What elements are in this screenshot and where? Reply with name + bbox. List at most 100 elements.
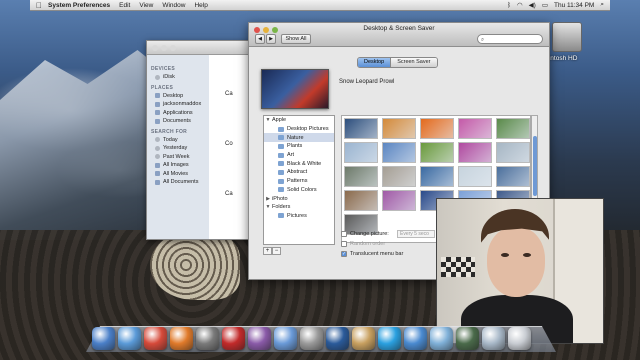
- wallpaper-thumbnail[interactable]: [496, 142, 530, 163]
- trash-icon[interactable]: [508, 327, 531, 350]
- show-all-button[interactable]: Show All: [281, 34, 311, 44]
- menu-app-name[interactable]: System Preferences: [48, 2, 110, 9]
- sidebar-item-yesterday[interactable]: Yesterday: [147, 144, 209, 153]
- photo-booth-icon[interactable]: [222, 327, 245, 350]
- time-machine-icon[interactable]: [456, 327, 479, 350]
- tab-desktop[interactable]: Desktop: [358, 58, 392, 67]
- menu-help[interactable]: Help: [194, 2, 207, 9]
- minimize-icon[interactable]: [161, 45, 167, 51]
- wallpaper-thumbnail[interactable]: [458, 142, 492, 163]
- search-input[interactable]: ⌕: [477, 34, 543, 44]
- change-picture-option[interactable]: Change picture:: [341, 231, 389, 237]
- skype-icon[interactable]: [378, 327, 401, 350]
- sidebar-item-all-documents[interactable]: All Documents: [147, 178, 209, 187]
- change-interval-select[interactable]: Every 5 seco: [397, 230, 435, 238]
- source-list-item[interactable]: ▼ Folders: [264, 203, 334, 212]
- sidebar-item-desktop[interactable]: Desktop: [147, 92, 209, 101]
- downloads-stack-icon[interactable]: [482, 327, 505, 350]
- source-list-item[interactable]: Plants: [264, 142, 334, 151]
- sidebar-item-applications[interactable]: Applications: [147, 109, 209, 118]
- chrome-icon[interactable]: [144, 327, 167, 350]
- wallpaper-thumbnail[interactable]: [344, 190, 378, 211]
- wallpaper-thumbnail[interactable]: [496, 118, 530, 139]
- finder-item[interactable]: Co: [225, 141, 233, 147]
- battery-icon[interactable]: ▭: [542, 1, 548, 9]
- source-list-item[interactable]: Art: [264, 151, 334, 160]
- prefs-titlebar[interactable]: Desktop & Screen Saver ◀ ▶ Show All ⌕: [249, 23, 549, 47]
- wallpaper-thumbnail[interactable]: [420, 118, 454, 139]
- utility-icon[interactable]: [352, 327, 375, 350]
- itunes-icon[interactable]: [274, 327, 297, 350]
- sidebar-item-today[interactable]: Today: [147, 136, 209, 145]
- close-icon[interactable]: [152, 45, 158, 51]
- bluetooth-icon[interactable]: ᛒ: [507, 2, 511, 9]
- source-list-item[interactable]: ▶ iPhoto: [264, 194, 334, 203]
- menu-clock[interactable]: Thu 11:34 PM: [554, 2, 594, 9]
- sidebar-item-all-images[interactable]: All Images: [147, 161, 209, 170]
- firefox-icon[interactable]: [170, 327, 193, 350]
- disclosure-open-icon[interactable]: ▼: [264, 117, 272, 123]
- source-list-item[interactable]: Nature: [264, 133, 334, 143]
- disclosure-open-icon[interactable]: ▼: [264, 204, 272, 210]
- clock-icon: [155, 137, 160, 143]
- wallpaper-thumbnail[interactable]: [344, 166, 378, 187]
- wallpaper-thumbnail[interactable]: [344, 118, 378, 139]
- apple-icon[interactable]: : [30, 1, 48, 10]
- finder-item[interactable]: Ca: [225, 91, 233, 97]
- source-list-item[interactable]: Patterns: [264, 177, 334, 186]
- folder-icon: [278, 135, 284, 141]
- volume-icon[interactable]: ◀): [529, 1, 536, 9]
- add-folder-button[interactable]: +: [263, 247, 272, 255]
- menu-window[interactable]: Window: [162, 2, 185, 9]
- source-list-item[interactable]: Abstract: [264, 168, 334, 177]
- random-order-checkbox[interactable]: [341, 241, 347, 247]
- forward-button[interactable]: ▶: [266, 34, 276, 44]
- wallpaper-thumbnail[interactable]: [496, 166, 530, 187]
- finder-item[interactable]: Ca: [225, 191, 233, 197]
- sidebar-item-documents[interactable]: Documents: [147, 117, 209, 126]
- translucent-menu-bar-option[interactable]: ✓ Translucent menu bar: [341, 251, 403, 257]
- finder-titlebar[interactable]: [147, 41, 257, 55]
- spotlight-icon[interactable]: ⌕: [600, 1, 604, 9]
- quicktime-icon[interactable]: [326, 327, 349, 350]
- change-picture-checkbox[interactable]: [341, 231, 347, 237]
- app-icon[interactable]: [430, 327, 453, 350]
- wallpaper-thumbnail[interactable]: [458, 166, 492, 187]
- source-list-item[interactable]: Pictures: [264, 212, 334, 221]
- source-list-item[interactable]: Black & White: [264, 159, 334, 168]
- menu-edit[interactable]: Edit: [119, 2, 130, 9]
- hard-drive-icon[interactable]: [552, 22, 582, 52]
- random-order-option[interactable]: Random order: [341, 241, 385, 247]
- finder-icon[interactable]: [92, 327, 115, 350]
- wallpaper-thumbnail[interactable]: [382, 190, 416, 211]
- menu-view[interactable]: View: [139, 2, 153, 9]
- wallpaper-thumbnail[interactable]: [344, 142, 378, 163]
- wallpaper-thumbnail[interactable]: [382, 142, 416, 163]
- wallpaper-thumbnail[interactable]: [382, 166, 416, 187]
- wallpaper-thumbnail[interactable]: [382, 118, 416, 139]
- sidebar-item-all-movies[interactable]: All Movies: [147, 170, 209, 179]
- zoom-icon[interactable]: [170, 45, 176, 51]
- preview-icon[interactable]: [300, 327, 323, 350]
- sidebar-item-idisk[interactable]: iDisk: [147, 73, 209, 82]
- tab-screen-saver[interactable]: Screen Saver: [391, 58, 437, 67]
- itunes-music-icon[interactable]: [404, 327, 427, 350]
- sidebar-item-home[interactable]: jacksonmaddox: [147, 100, 209, 109]
- source-list-item[interactable]: Desktop Pictures: [264, 125, 334, 134]
- disclosure-closed-icon[interactable]: ▶: [264, 196, 272, 202]
- sidebar-item-past-week[interactable]: Past Week: [147, 153, 209, 162]
- scroll-knob[interactable]: [533, 136, 537, 196]
- source-list-item[interactable]: Solid Colors: [264, 186, 334, 195]
- back-button[interactable]: ◀: [255, 34, 265, 44]
- source-list-item[interactable]: ▼ Apple: [264, 116, 334, 125]
- remove-folder-button[interactable]: −: [272, 247, 281, 255]
- wallpaper-preview[interactable]: [261, 69, 329, 109]
- system-preferences-icon[interactable]: [196, 327, 219, 350]
- wallpaper-thumbnail[interactable]: [420, 166, 454, 187]
- translucent-menu-bar-checkbox[interactable]: ✓: [341, 251, 347, 257]
- imovie-icon[interactable]: [248, 327, 271, 350]
- wallpaper-thumbnail[interactable]: [458, 118, 492, 139]
- safari-icon[interactable]: [118, 327, 141, 350]
- wifi-icon[interactable]: ◠: [517, 1, 523, 9]
- wallpaper-thumbnail[interactable]: [420, 142, 454, 163]
